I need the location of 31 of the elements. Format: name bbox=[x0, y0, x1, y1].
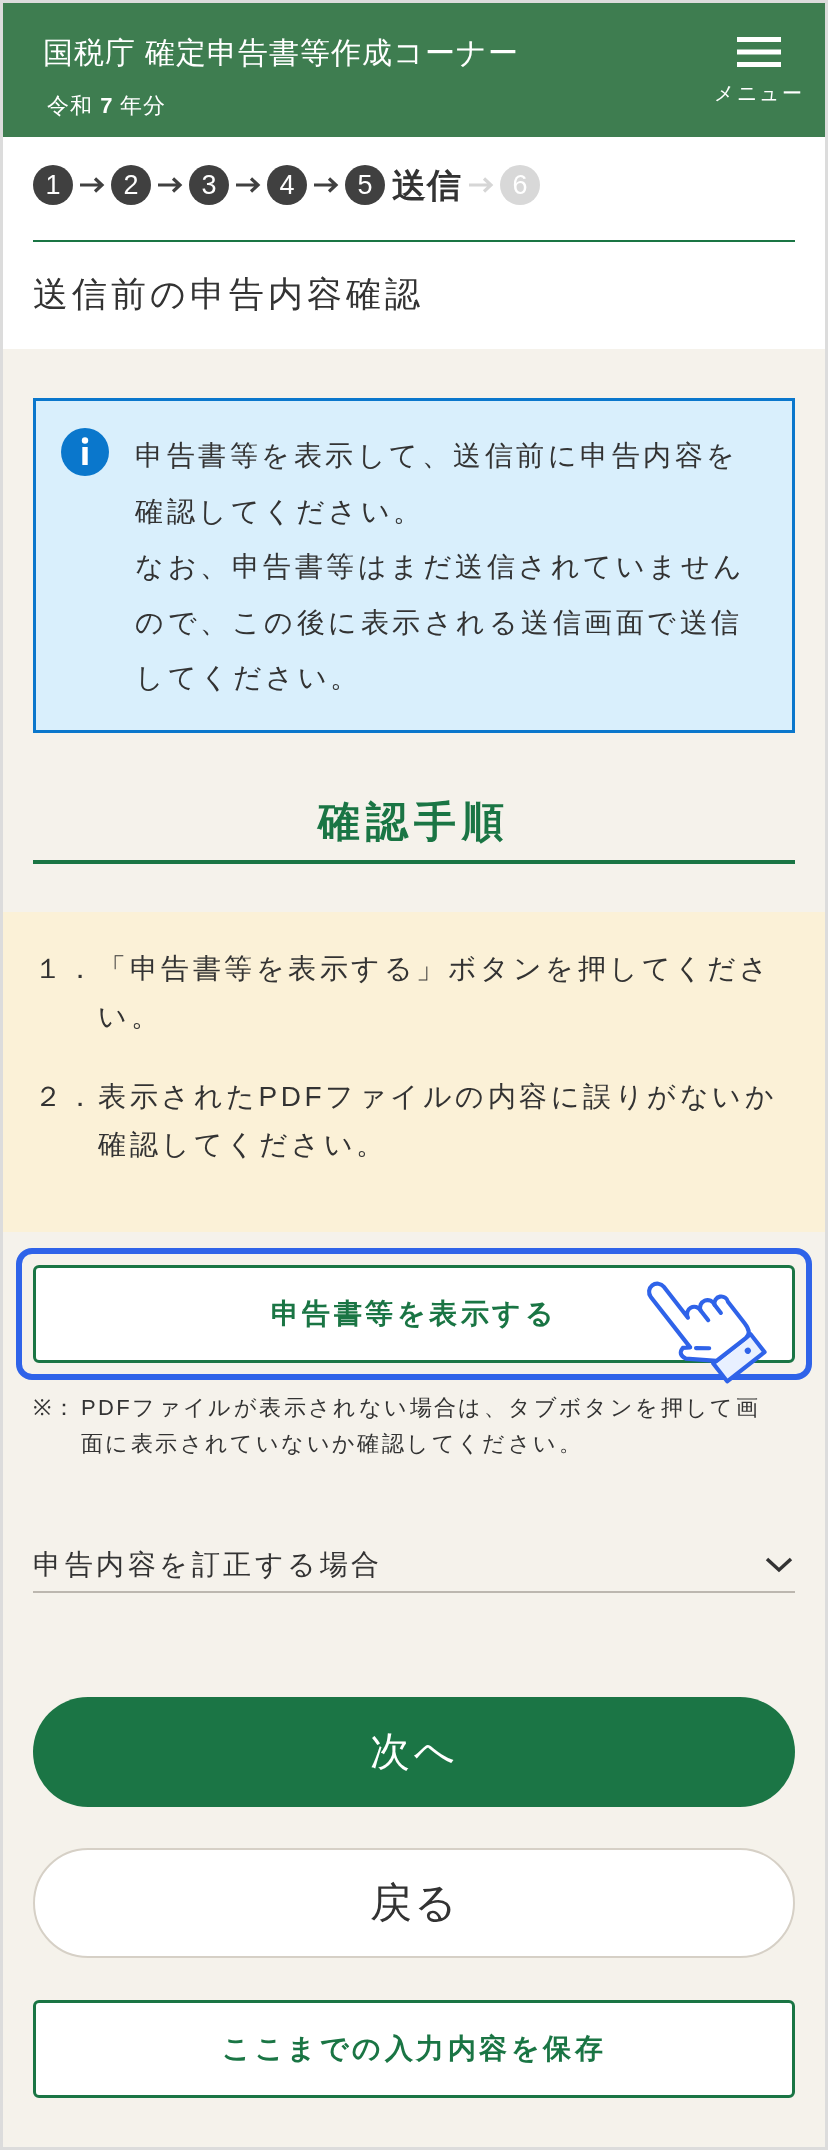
arrow-icon bbox=[234, 176, 262, 194]
tax-year: 令和 7 年分 bbox=[46, 92, 167, 120]
step-number: 4 bbox=[267, 165, 307, 205]
save-button[interactable]: ここまでの入力内容を保存 bbox=[33, 1999, 795, 2098]
arrow-icon bbox=[78, 176, 106, 194]
list-number: １． bbox=[34, 951, 98, 986]
info-text: 申告書等を表示して、送信前に申告内容を確認してください。 bbox=[135, 439, 740, 529]
site-title: 国税庁 確定申告書等作成コーナー bbox=[43, 35, 520, 71]
page-title: 送信前の申告内容確認 bbox=[33, 273, 425, 315]
next-button[interactable]: 次へ bbox=[33, 1696, 795, 1807]
note-text: PDFファイルが表示されない場合は、タブボタンを押して画面に表示されていないか確認してください。 bbox=[81, 1393, 762, 1458]
step-label: 送信 bbox=[392, 165, 462, 205]
back-button[interactable]: 戻る bbox=[33, 1847, 795, 1958]
arrow-icon bbox=[156, 176, 184, 194]
step-number: 5 bbox=[345, 165, 385, 205]
info-text: なお、申告書等はまだ送信されていませんので、この後に表示される送信画面で送信してください。 bbox=[135, 550, 747, 695]
section-heading: 確認手順 bbox=[316, 796, 511, 847]
menu-icon bbox=[737, 37, 781, 67]
arrow-icon bbox=[312, 176, 340, 194]
list-number: ２． bbox=[34, 1079, 98, 1114]
menu-button[interactable]: メニュー bbox=[714, 37, 804, 105]
list-text: 「申告書等を表示する」ボタンを押してください。 bbox=[98, 951, 773, 1034]
note-mark: ※： bbox=[33, 1393, 79, 1422]
step-number: 2 bbox=[111, 165, 151, 205]
list-text: 表示されたPDFファイルの内容に誤りがないか確認してください。 bbox=[98, 1079, 778, 1162]
step-number: 3 bbox=[189, 165, 229, 205]
accordion-header[interactable]: 申告内容を訂正する場合 bbox=[33, 1544, 795, 1593]
arrow-icon bbox=[467, 176, 495, 194]
info-icon bbox=[61, 428, 109, 476]
step-number: 1 bbox=[33, 165, 73, 205]
show-documents-button[interactable]: 申告書等を表示する bbox=[33, 1264, 795, 1363]
